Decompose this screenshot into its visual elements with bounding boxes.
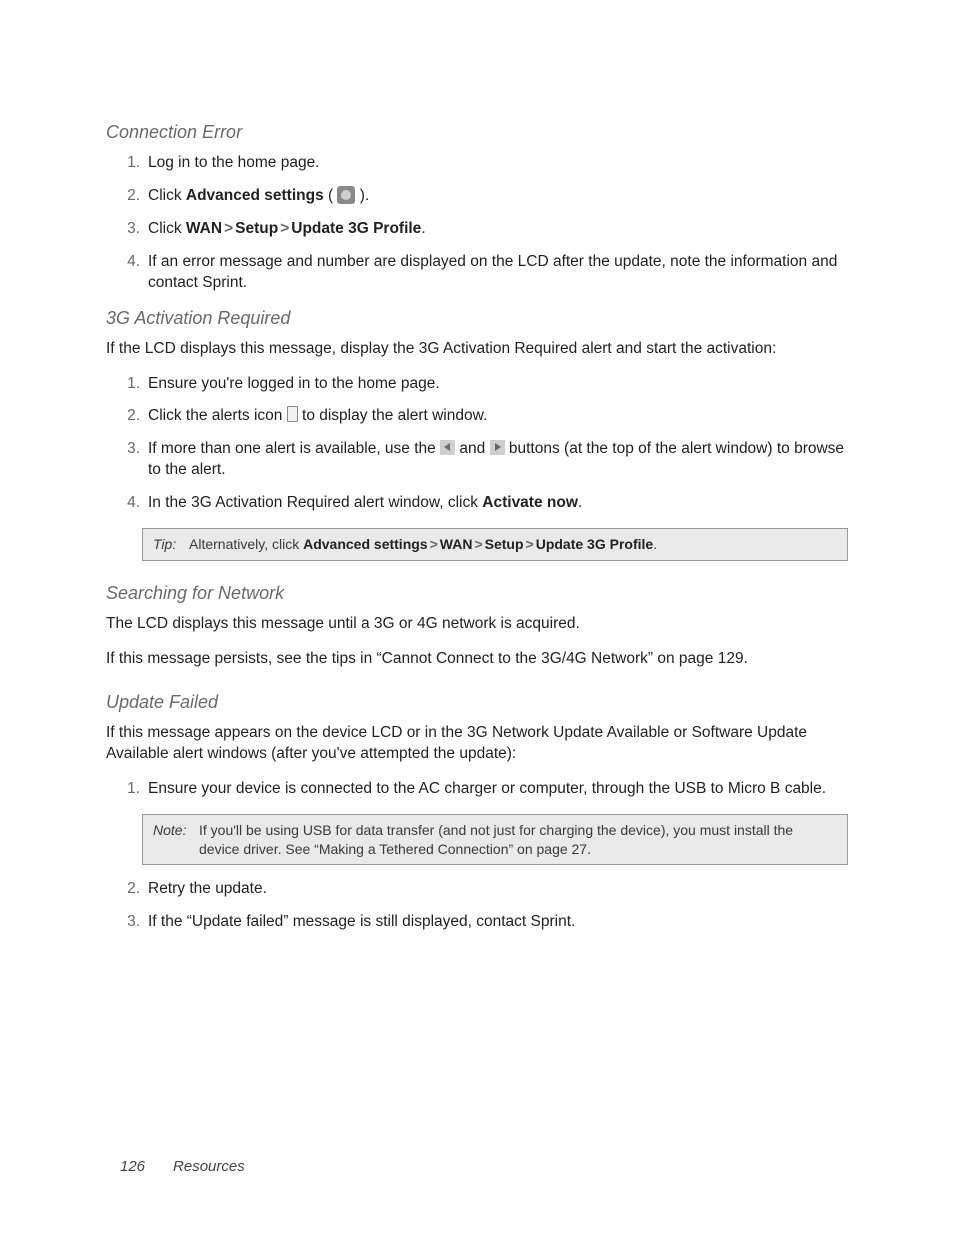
ui-label-setup: Setup [485,536,524,552]
ui-label-advanced-settings: Advanced settings [186,187,324,204]
text: Click [148,220,186,237]
list-item: Log in to the home page. [136,153,848,174]
paragraph: If this message appears on the device LC… [106,723,848,765]
ui-label-update-3g-profile: Update 3G Profile [291,220,421,237]
text: Alternatively, click [189,536,303,552]
list-item: If an error message and number are displ… [136,252,848,294]
note-label: Note: [153,821,186,840]
breadcrumb-separator: > [222,220,235,237]
breadcrumb-separator: > [428,536,440,552]
ui-label-advanced-settings: Advanced settings [303,536,427,552]
breadcrumb-separator: > [278,220,291,237]
list-update-failed-cont: Retry the update. If the “Update failed”… [106,879,848,933]
arrow-right-icon [490,440,505,455]
ui-label-wan: WAN [186,220,222,237]
page-number: 126 [120,1158,145,1175]
list-3g-activation: Ensure you're logged in to the home page… [106,374,848,515]
ui-label-update-3g-profile: Update 3G Profile [536,536,653,552]
text: Click [148,187,186,204]
breadcrumb-separator: > [524,536,536,552]
paragraph: The LCD displays this message until a 3G… [106,614,848,635]
list-item: Click WAN>Setup>Update 3G Profile. [136,219,848,240]
paragraph: If the LCD displays this message, displa… [106,339,848,360]
note-box: Note: If you'll be using USB for data tr… [142,814,848,866]
text: If more than one alert is available, use… [148,440,440,457]
tip-label: Tip: [153,535,176,554]
breadcrumb-separator: > [472,536,484,552]
list-item: In the 3G Activation Required alert wind… [136,493,848,514]
alert-icon [287,406,298,422]
list-item: Ensure your device is connected to the A… [136,779,848,800]
note-text: If you'll be using USB for data transfer… [199,822,793,857]
list-item: If the “Update failed” message is still … [136,912,848,933]
tip-box: Tip: Alternatively, click Advanced setti… [142,528,848,561]
list-item: If more than one alert is available, use… [136,439,848,481]
heading-searching-network: Searching for Network [106,583,848,604]
list-item: Ensure you're logged in to the home page… [136,374,848,395]
list-item: Retry the update. [136,879,848,900]
heading-3g-activation: 3G Activation Required [106,308,848,329]
text: In the 3G Activation Required alert wind… [148,494,482,511]
ui-label-activate-now: Activate now [482,494,578,511]
text: and [455,440,489,457]
list-item: Click Advanced settings ( ). [136,186,848,207]
ui-label-setup: Setup [235,220,278,237]
paragraph: If this message persists, see the tips i… [106,649,848,670]
page-footer: 126 Resources [120,1158,245,1175]
text: to display the alert window. [298,407,488,424]
gear-icon [337,186,355,204]
heading-update-failed: Update Failed [106,692,848,713]
text: ( [324,187,338,204]
list-item: Click the alerts icon to display the ale… [136,406,848,427]
text: Click the alerts icon [148,407,287,424]
ui-label-wan: WAN [440,536,473,552]
list-connection-error: Log in to the home page. Click Advanced … [106,153,848,294]
text: ). [355,187,369,204]
arrow-left-icon [440,440,455,455]
section-name: Resources [173,1158,245,1175]
list-update-failed: Ensure your device is connected to the A… [106,779,848,800]
heading-connection-error: Connection Error [106,122,848,143]
document-page: Connection Error Log in to the home page… [0,0,954,1235]
